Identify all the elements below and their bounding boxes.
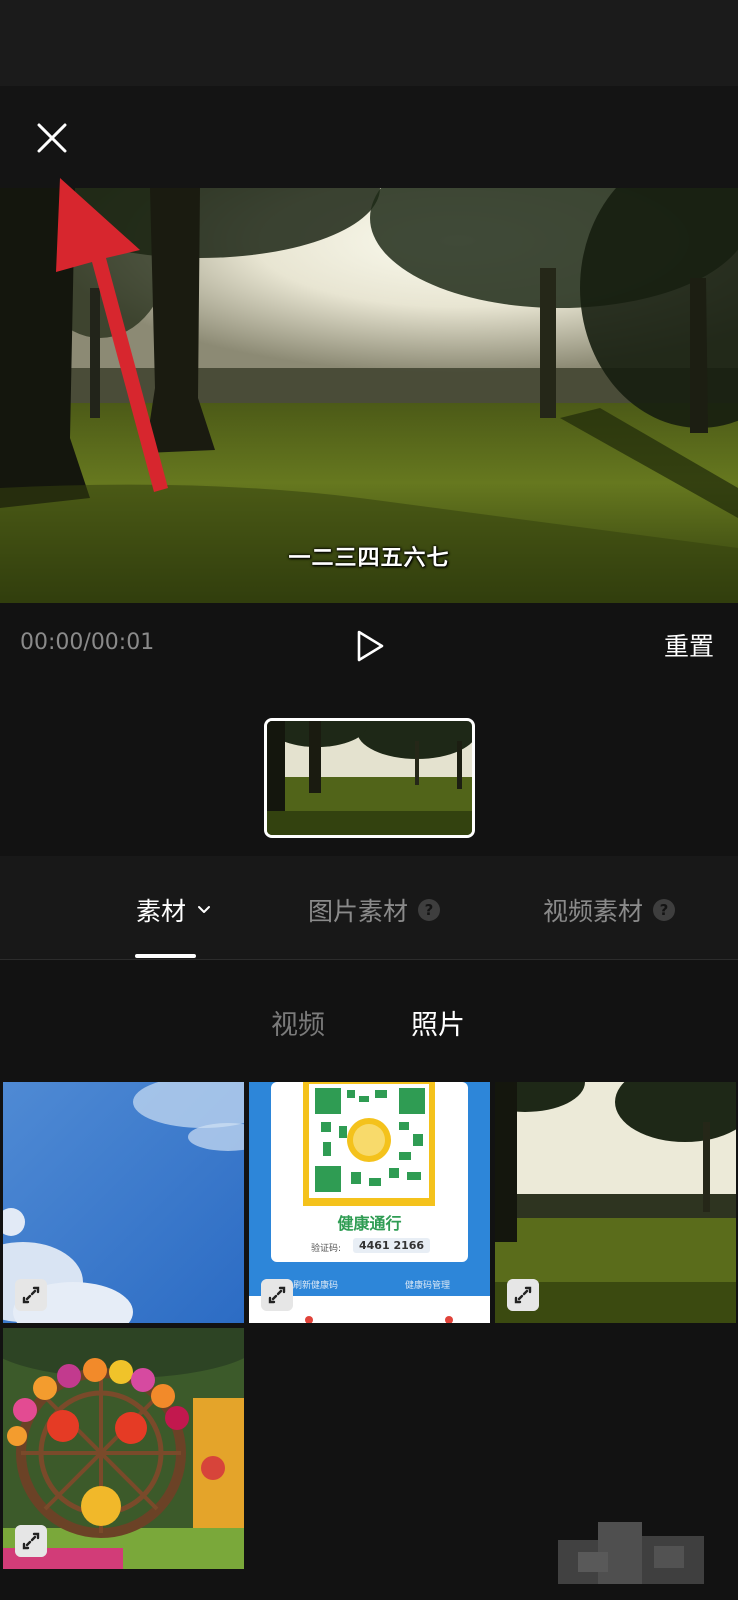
health-code-number: 4461 2166 <box>353 1238 431 1253</box>
tab-material-label: 素材 <box>136 897 187 926</box>
health-code-link-manage: 健康码管理 <box>405 1281 451 1291</box>
blurred-watermark <box>558 1522 704 1584</box>
tab-material[interactable]: 素材 <box>136 892 212 928</box>
reset-button[interactable]: 重置 <box>664 627 714 663</box>
expand-icon[interactable] <box>507 1279 539 1311</box>
tab-image-material[interactable]: 图片素材 ? <box>308 892 441 928</box>
media-type-tabs <box>0 960 738 1080</box>
tab-video-material-label: 视频素材 <box>543 897 644 926</box>
close-icon[interactable] <box>30 116 74 160</box>
photo-item-flower-wheel[interactable] <box>3 1328 244 1569</box>
help-icon[interactable]: ? <box>653 899 676 921</box>
top-bar <box>0 86 738 188</box>
subtab-photo[interactable]: 照片 <box>411 1003 465 1042</box>
photo-item-health-code[interactable]: 健康通行 验证码: 4461 2166 刷新健康码 健康码管理 <box>249 1082 490 1323</box>
play-icon[interactable] <box>351 628 387 664</box>
subtab-video[interactable]: 视频 <box>271 1003 325 1042</box>
clip-thumbnail[interactable] <box>264 718 475 838</box>
photo-item-sky[interactable] <box>3 1082 244 1323</box>
active-tab-indicator <box>135 954 196 958</box>
subtitle-text[interactable]: 一二三四五六七 <box>0 540 738 572</box>
tab-image-material-label: 图片素材 <box>308 897 409 926</box>
photo-item-park[interactable] <box>495 1082 736 1323</box>
expand-icon[interactable] <box>15 1525 47 1557</box>
health-code-link-refresh: 刷新健康码 <box>293 1281 339 1291</box>
health-code-label: 验证码: <box>311 1244 342 1254</box>
expand-icon[interactable] <box>15 1279 47 1311</box>
clip-thumbnail-image <box>267 721 472 835</box>
status-bar-area <box>0 0 738 86</box>
health-code-title: 健康通行 <box>337 1214 402 1233</box>
tab-video-material[interactable]: 视频素材 ? <box>543 892 676 928</box>
playback-time: 00:00/00:01 <box>20 630 155 655</box>
chevron-down-icon <box>198 906 211 913</box>
expand-icon[interactable] <box>261 1279 293 1311</box>
help-icon[interactable]: ? <box>418 899 441 921</box>
